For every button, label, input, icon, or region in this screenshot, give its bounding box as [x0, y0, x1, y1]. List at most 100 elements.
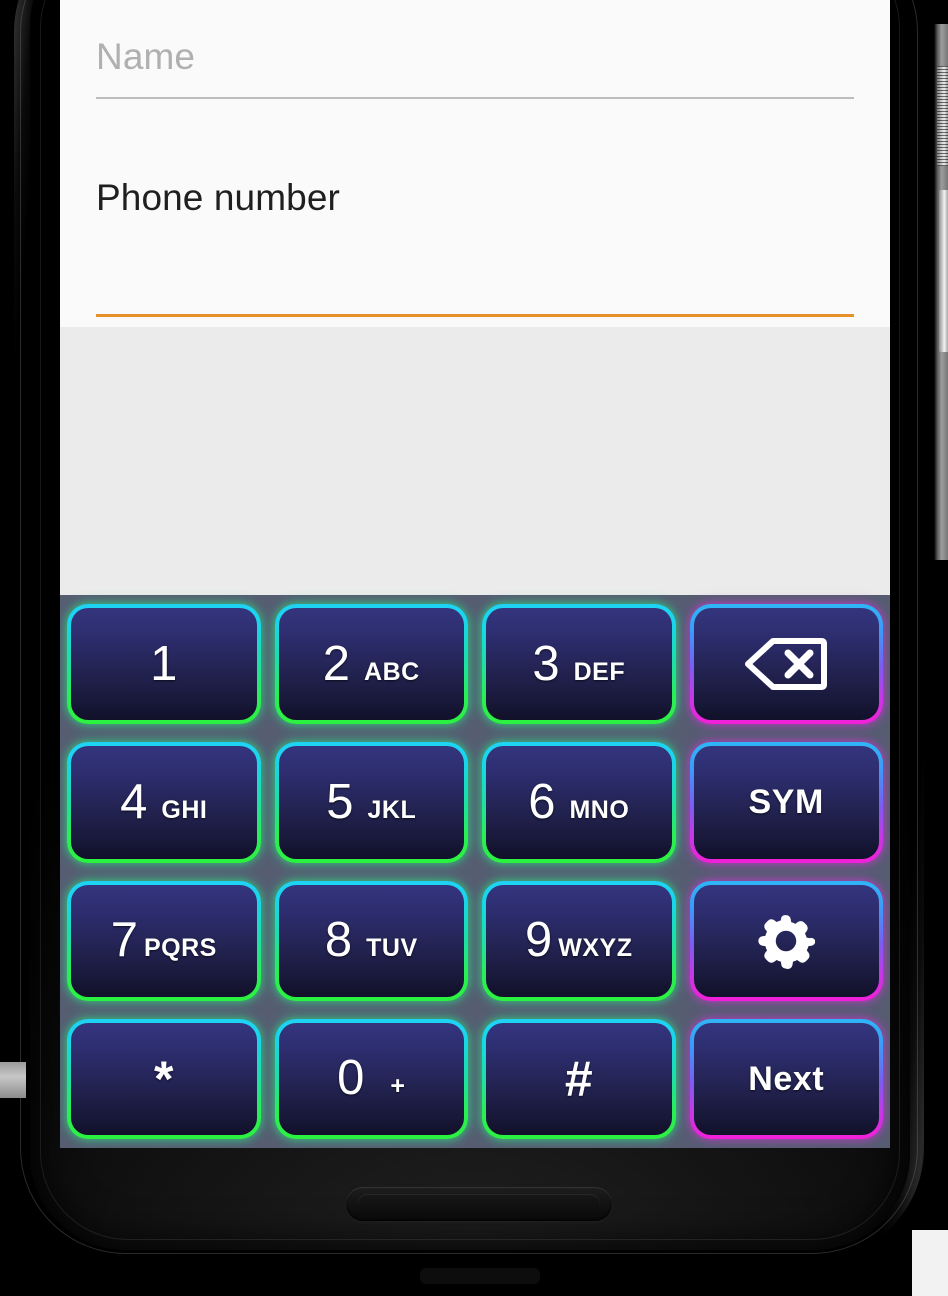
rail-mask-top [934, 0, 948, 24]
key-2[interactable]: 2 ABC [274, 604, 468, 725]
key-next[interactable]: Next [689, 1018, 883, 1140]
key-8-letters: TUV [366, 934, 418, 963]
key-backspace-cell [683, 595, 891, 733]
key-asterisk-face: * [71, 1022, 257, 1135]
name-field-placeholder: Name [96, 36, 196, 77]
key-6[interactable]: 6 MNO [482, 742, 676, 863]
key-9-face: 9 WXYZ [486, 884, 672, 997]
name-field-underline [96, 97, 854, 99]
key-2-letters: ABC [364, 657, 420, 686]
key-5[interactable]: 5 JKL [274, 742, 468, 863]
key-2-digit: 2 [322, 636, 351, 691]
key-settings-face [693, 884, 879, 997]
speaker-grille [346, 1187, 612, 1221]
key-4-cell: 4 GHI [60, 733, 268, 871]
key-4-face: 4 GHI [71, 746, 257, 859]
key-1-digit: 1 [150, 636, 178, 691]
key-3-digit: 3 [532, 636, 560, 691]
phone-device: Name Phone number 1 2 ABC 3 DEF 4 GHI 5 JKL 6 MNO… [0, 0, 948, 1296]
volume-button[interactable] [939, 190, 948, 352]
key-hash[interactable]: # [482, 1018, 676, 1140]
key-next-label: Next [748, 1059, 825, 1098]
key-1-face: 1 [71, 608, 257, 721]
key-5-face: 5 JKL [278, 746, 464, 859]
key-0[interactable]: 0 + [274, 1018, 468, 1140]
key-settings-cell [683, 872, 891, 1010]
key-0-cell: 0 + [268, 1010, 476, 1148]
key-asterisk-cell: * [60, 1010, 268, 1148]
phone-number-field-underline [96, 314, 854, 317]
key-6-cell: 6 MNO [475, 733, 683, 871]
key-9-letters: WXYZ [558, 934, 633, 963]
key-3-cell: 3 DEF [475, 595, 683, 733]
key-backspace-face [693, 608, 879, 721]
key-0-content: 0 + [337, 1054, 405, 1103]
key-symbols-face: SYM [693, 746, 879, 859]
key-2-content: 2 ABC [322, 636, 420, 691]
key-backspace-content [743, 636, 829, 692]
key-3-letters: DEF [573, 657, 626, 686]
key-hash-digit: # [564, 1050, 593, 1107]
key-5-letters: JKL [367, 795, 417, 824]
key-asterisk-digit: * [154, 1050, 174, 1107]
name-field[interactable]: Name [96, 0, 854, 99]
key-7[interactable]: 7 PQRS [67, 880, 261, 1002]
key-7-digit: 7 [110, 913, 138, 968]
key-8-face: 8 TUV [278, 884, 464, 997]
key-symbols[interactable]: SYM [689, 742, 883, 863]
key-6-content: 6 MNO [528, 774, 630, 829]
key-5-digit: 5 [326, 774, 354, 829]
key-hash-face: # [486, 1022, 672, 1135]
key-4-digit: 4 [120, 774, 148, 829]
key-backspace[interactable] [689, 604, 883, 725]
key-7-content: 7 PQRS [111, 916, 217, 965]
rail-mask-bottom [934, 560, 948, 1296]
key-0-digit: 0 [337, 1051, 365, 1106]
phone-number-field[interactable]: Phone number [96, 131, 854, 317]
key-9-digit: 9 [525, 913, 553, 968]
key-9-cell: 9 WXYZ [475, 872, 683, 1010]
key-2-face: 2 ABC [278, 608, 464, 721]
key-7-cell: 7 PQRS [60, 872, 268, 1010]
key-symbols-content: SYM [749, 785, 824, 819]
phone-number-field-placeholder: Phone number [96, 177, 340, 218]
key-symbols-cell: SYM [683, 733, 891, 871]
device-left-accent [0, 1062, 26, 1098]
key-4[interactable]: 4 GHI [67, 742, 261, 863]
key-symbols-label: SYM [748, 783, 824, 822]
key-1[interactable]: 1 [67, 604, 261, 725]
key-9-content: 9 WXYZ [525, 916, 632, 965]
key-8[interactable]: 8 TUV [274, 880, 468, 1002]
power-button[interactable] [937, 66, 948, 166]
phone-screen: Name Phone number 1 2 ABC 3 DEF 4 GHI 5 JKL 6 MNO… [60, 0, 890, 1148]
key-asterisk[interactable]: * [67, 1018, 261, 1140]
key-1-content: 1 [150, 636, 178, 691]
key-6-letters: MNO [569, 795, 630, 824]
key-1-cell: 1 [60, 595, 268, 733]
key-0-face: 0 + [278, 1022, 464, 1135]
screen-empty-area [60, 327, 890, 595]
key-next-face: Next [693, 1022, 879, 1135]
key-8-cell: 8 TUV [268, 872, 476, 1010]
key-settings-content [757, 912, 816, 970]
key-4-content: 4 GHI [120, 774, 208, 829]
key-6-digit: 6 [528, 774, 556, 829]
key-settings[interactable] [689, 880, 883, 1002]
key-hash-content: # [565, 1054, 593, 1104]
key-5-cell: 5 JKL [268, 733, 476, 871]
key-hash-cell: # [475, 1010, 683, 1148]
key-asterisk-content: * [154, 1054, 173, 1104]
key-3-content: 3 DEF [532, 636, 626, 691]
keyboard-grid: 1 2 ABC 3 DEF 4 GHI 5 JKL 6 MNO SYM 7 PQRS 8 TUV 9 WXYZ … [60, 595, 890, 1148]
numeric-keyboard: 1 2 ABC 3 DEF 4 GHI 5 JKL 6 MNO SYM 7 PQRS 8 TUV 9 WXYZ … [60, 595, 890, 1148]
key-4-letters: GHI [161, 795, 208, 824]
contact-form: Name Phone number [60, 0, 890, 327]
key-3[interactable]: 3 DEF [482, 604, 676, 725]
key-6-face: 6 MNO [486, 746, 672, 859]
device-bottom-right-accent [912, 1230, 948, 1296]
key-next-content: Next [748, 1062, 824, 1096]
key-5-content: 5 JKL [326, 774, 417, 829]
key-2-cell: 2 ABC [268, 595, 476, 733]
key-8-digit: 8 [324, 913, 353, 968]
key-9[interactable]: 9 WXYZ [482, 880, 676, 1002]
